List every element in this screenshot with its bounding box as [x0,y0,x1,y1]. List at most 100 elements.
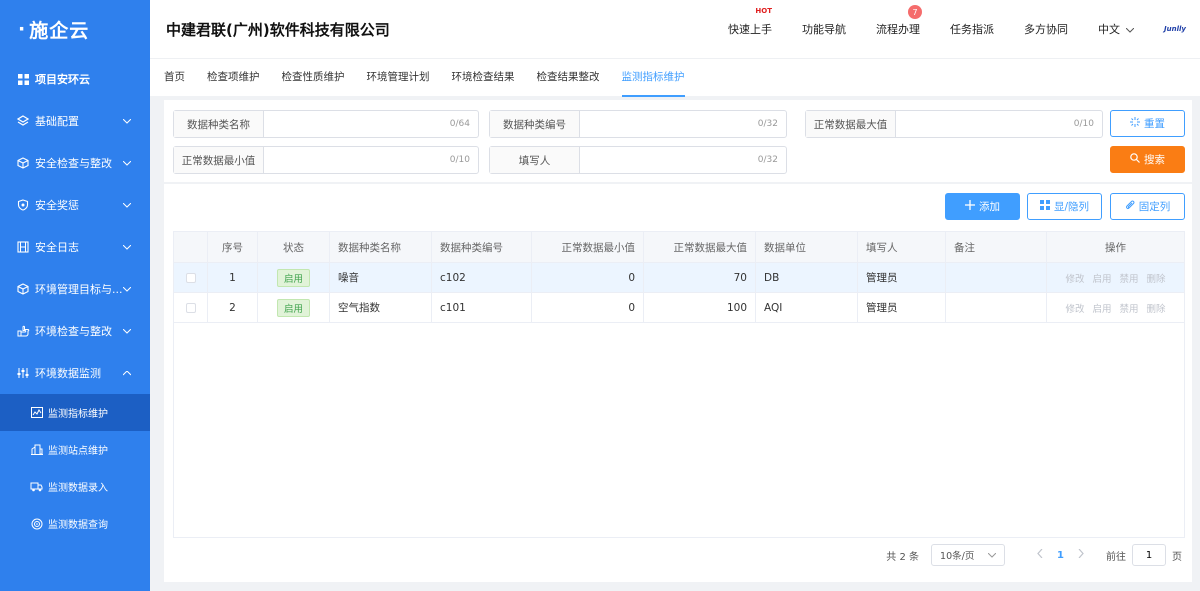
column-header: 正常数据最大值 [644,232,756,262]
tab-result-rectify[interactable]: 检查结果整改 [537,59,600,97]
quick-start-link[interactable]: 快速上手 HOT [728,7,772,37]
toggle-columns-button[interactable]: 显/隐列 [1027,193,1102,220]
next-page-button[interactable] [1078,548,1084,561]
table-row[interactable]: 1 启用 噪音 c102 0 70 DB 管理员 修改 启用 禁用 删除 [174,263,1184,293]
status-badge: 启用 [276,268,310,287]
edit-action[interactable]: 修改 [1065,301,1084,315]
page-size-label: 10条/页 [940,551,975,562]
chevron-down-icon [122,326,132,336]
prev-page-button[interactable] [1037,548,1043,561]
process-count-badge: 7 [908,5,922,19]
search-icon [1130,153,1140,166]
grid-icon [16,72,30,86]
sidebar-subitem-station-maintain[interactable]: 监测站点维护 [0,431,150,468]
enable-action[interactable]: 启用 [1092,271,1111,285]
chevron-down-icon [122,158,132,168]
status-badge: 启用 [276,298,310,317]
sidebar-item-env-target[interactable]: 环境管理目标与... [0,268,150,310]
sidebar-item-label: 安全奖惩 [35,199,79,212]
field-label: 数据种类编号 [490,111,580,137]
pagination: 共 2 条 10条/页 1 前往 页 [886,544,1182,566]
fix-columns-button[interactable]: 固定列 [1110,193,1185,220]
data-unit: AQI [756,293,858,322]
sidebar-item-env-check[interactable]: 环境检查与整改 [0,310,150,352]
tab-env-result[interactable]: 环境检查结果 [452,59,515,97]
task-assign-link[interactable]: 任务指派 [950,21,994,37]
enable-action[interactable]: 启用 [1092,301,1111,315]
collab-link[interactable]: 多方协同 [1024,21,1068,37]
status-cell: 启用 [258,263,330,292]
logo-text: 施企云 [29,19,90,42]
table-row[interactable]: 2 启用 空气指数 c101 0 100 AQI 管理员 修改 启用 禁用 删除 [174,293,1184,323]
add-label: 添加 [979,201,1000,213]
hot-badge: HOT [755,7,772,15]
goto-page-input[interactable] [1132,544,1166,566]
sidebar-subitem-metric-maintain[interactable]: 监测指标维护 [0,394,150,431]
row-index: 1 [208,263,258,292]
add-button[interactable]: 添加 [945,193,1020,220]
language-label: 中文 [1098,23,1120,36]
fix-columns-label: 固定列 [1138,201,1171,213]
sidebar-item-safety-reward[interactable]: 安全奖惩 [0,184,150,226]
sidebar: · 施企云 项目安环云 基础配置 安全检查与整改 安全奖惩 安全日志 环境管理目… [0,0,150,591]
page-size-select[interactable]: 10条/页 [931,544,1006,566]
sidebar-item-basic-config[interactable]: 基础配置 [0,100,150,142]
sidebar-item-safety-check[interactable]: 安全检查与整改 [0,142,150,184]
disable-action[interactable]: 禁用 [1120,271,1139,285]
building-icon [30,443,43,456]
writer: 管理员 [858,263,946,292]
sidebar-subitem-data-query[interactable]: 监测数据查询 [0,505,150,542]
normal-min-input[interactable] [264,147,450,173]
data-type-code-input[interactable] [580,111,758,137]
tab-check-item[interactable]: 检查项维护 [207,59,260,97]
sidebar-item-label: 环境数据监测 [35,367,101,380]
process-link[interactable]: 流程办理 7 [876,5,922,37]
normal-max-input[interactable] [896,111,1074,137]
normal-min-value: 0 [532,293,644,322]
column-header: 备注 [946,232,1047,262]
tab-env-plan[interactable]: 环境管理计划 [367,59,430,97]
reset-label: 重置 [1144,118,1165,130]
page-tabs: 首页 检查项维护 检查性质维护 环境管理计划 环境检查结果 检查结果整改 监测指… [150,58,1200,97]
reset-button[interactable]: 重置 [1110,110,1185,137]
row-checkbox[interactable] [185,272,196,283]
table-header-row: 序号 状态 数据种类名称 数据种类编号 正常数据最小值 正常数据最大值 数据单位… [174,232,1184,263]
data-type-code: c102 [432,263,532,292]
delete-action[interactable]: 删除 [1147,271,1166,285]
sidebar-item-project[interactable]: 项目安环云 [0,58,150,100]
sidebar-item-label: 基础配置 [35,115,79,128]
delete-action[interactable]: 删除 [1147,301,1166,315]
tab-home[interactable]: 首页 [164,59,185,97]
row-select-cell [174,293,208,322]
cube-icon [16,282,30,296]
status-cell: 启用 [258,293,330,322]
app-logo[interactable]: · 施企云 [0,0,150,58]
column-header: 数据种类编号 [432,232,532,262]
disable-action[interactable]: 禁用 [1120,301,1139,315]
shield-icon [16,198,30,212]
column-header: 状态 [258,232,330,262]
film-icon [16,240,30,254]
sidebar-item-label: 安全检查与整改 [35,157,112,170]
data-type-name-input[interactable] [264,111,450,137]
row-checkbox[interactable] [185,302,196,313]
function-nav-link[interactable]: 功能导航 [802,21,846,37]
tab-check-nature[interactable]: 检查性质维护 [282,59,345,97]
edit-action[interactable]: 修改 [1065,271,1084,285]
top-header: 中建君联(广州)软件科技有限公司 快速上手 HOT 功能导航 流程办理 7 任务… [150,0,1200,58]
tab-metric-maintain[interactable]: 监测指标维护 [621,59,685,97]
column-header: 数据种类名称 [330,232,432,262]
sidebar-item-env-monitor[interactable]: 环境数据监测 [0,352,150,394]
total-count: 共 2 条 [886,551,920,563]
sidebar-subitem-data-entry[interactable]: 监测数据录入 [0,468,150,505]
writer-input[interactable] [580,147,758,173]
language-select[interactable]: 中文 [1098,21,1135,37]
goto-page: 前往 页 [1106,544,1182,566]
data-unit: DB [756,263,858,292]
sidebar-item-safety-log[interactable]: 安全日志 [0,226,150,268]
chevron-down-icon [122,116,132,126]
sidebar-item-label: 安全日志 [35,241,79,254]
page-number[interactable]: 1 [1057,550,1064,561]
search-button[interactable]: 搜索 [1110,146,1185,173]
chevron-down-icon [122,200,132,210]
